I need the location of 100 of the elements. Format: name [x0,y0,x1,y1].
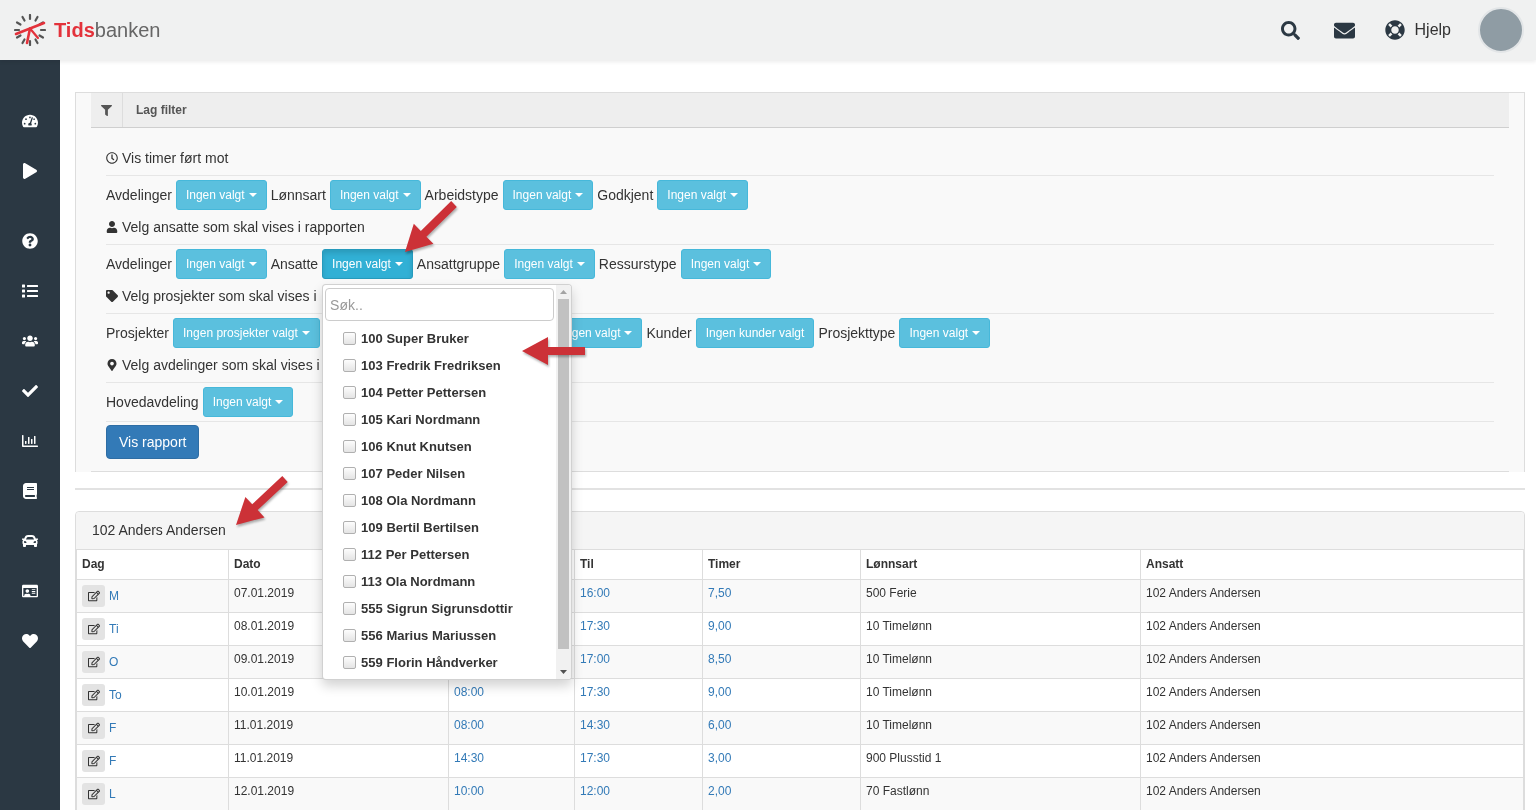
option-label[interactable]: 107 Peder Nilsen [361,466,466,481]
book-icon[interactable] [22,483,38,499]
checkbox[interactable] [343,602,357,615]
help-link[interactable]: Hjelp [1384,20,1451,40]
field-label: Ressurstype [598,256,677,272]
table-cell: 102 Anders Andersen [1140,678,1524,712]
scrollbar[interactable] [556,285,572,679]
table-cell: 9,00 [702,678,861,712]
bar-chart-icon[interactable] [22,433,38,449]
table-cell: 10 Timelønn [860,678,1141,712]
edit-button[interactable] [82,717,105,739]
edit-icon [87,689,100,701]
edit-button[interactable] [82,750,105,772]
edit-icon [87,656,100,668]
caret-icon [972,331,981,335]
caret-icon [753,262,762,266]
caret-icon [394,262,403,266]
column-header: Timer [702,550,861,580]
option-label[interactable]: 104 Petter Pettersen [361,385,487,400]
edit-button[interactable] [82,618,105,640]
option-label[interactable]: 105 Kari Nordmann [361,412,481,427]
filter-button[interactable]: Ingen valgt [322,249,413,279]
search-icon[interactable] [1280,20,1300,40]
checkbox[interactable] [343,521,357,534]
checkbox[interactable] [343,440,357,453]
caret-icon [402,193,411,197]
report-button[interactable]: Vis rapport [106,425,200,459]
table-cell: 8,50 [702,645,861,679]
search-field[interactable]: Søk.. [325,288,555,321]
life-ring-icon [1384,20,1405,40]
column-header: Til [574,550,703,580]
edit-button[interactable] [82,783,105,805]
play-icon[interactable] [22,163,38,179]
checkbox[interactable] [343,332,357,345]
checkbox[interactable] [343,494,357,507]
day-link[interactable]: F [109,719,117,737]
table-cell: 10 Timelønn [860,645,1141,679]
users-icon[interactable] [22,333,38,349]
table-cell: 14:30 [574,711,703,745]
section-heading: Velg ansatte som skal vises i rapporten [122,219,365,235]
option-label[interactable]: 108 Ola Nordmann [361,493,476,508]
edit-button[interactable] [82,684,105,706]
list-icon[interactable] [22,283,38,299]
option-label[interactable]: 556 Marius Mariussen [361,628,497,643]
edit-icon [87,755,100,767]
car-icon[interactable] [22,533,38,549]
edit-button[interactable] [82,651,105,673]
field-label: Prosjekter [106,325,170,341]
column-header: Dag [76,550,229,580]
edit-icon [87,722,100,734]
checkbox[interactable] [343,386,357,399]
field-label: Prosjekttype [818,325,896,341]
user-icon [106,221,118,233]
checkbox[interactable] [343,656,357,669]
field-label: Ansatte [270,256,319,272]
heart-icon[interactable] [22,633,38,649]
checkbox[interactable] [343,548,357,561]
help-icon[interactable] [22,233,38,249]
option-label[interactable]: 559 Florin Håndverker [361,655,498,670]
table-cell: 08:00 [448,711,575,745]
edit-icon [87,590,100,602]
table-cell: 14:30 [448,744,575,778]
table-cell: 7,50 [702,579,861,613]
field-label: Avdelinger [106,256,172,272]
field-label: Kunder [646,325,692,341]
scrollbar-thumb[interactable] [558,299,570,649]
day-link[interactable]: To [109,686,122,704]
field-label: Godkjent [597,187,654,203]
table-cell: 6,00 [702,711,861,745]
caret-icon [624,331,633,335]
caret-icon [730,193,738,197]
option-label[interactable]: 103 Fredrik Fredriksen [361,358,501,373]
checkbox[interactable] [343,629,357,642]
day-link[interactable]: Ti [109,620,119,638]
checkbox[interactable] [343,359,357,372]
table-cell: 17:30 [574,744,703,778]
gauge-icon[interactable] [22,113,38,129]
field-label: Avdelinger [106,187,172,203]
table-cell: 16:00 [574,579,703,613]
checkbox[interactable] [343,413,357,426]
day-link[interactable]: O [109,653,119,671]
check-icon[interactable] [22,383,38,399]
table-cell: 102 Anders Andersen [1140,744,1524,778]
edit-button[interactable] [82,585,105,607]
day-link[interactable]: M [109,587,119,605]
table-cell: 900 Plusstid 1 [860,744,1141,778]
checkbox[interactable] [343,575,357,588]
edit-icon [87,788,100,800]
option-label[interactable]: 100 Super Bruker [361,331,469,346]
option-label[interactable]: 109 Bertil Bertilsen [361,520,479,535]
section-heading: Velg prosjekter som skal vises i [122,288,317,304]
table-cell: 17:30 [574,612,703,646]
day-link[interactable]: F [109,752,117,770]
option-label[interactable]: 555 Sigrun Sigrunsdottir [361,601,513,616]
id-card-icon[interactable] [22,583,38,599]
field-label: Lønnsart [270,187,326,203]
checkbox[interactable] [343,467,357,480]
option-label[interactable]: 106 Knut Knutsen [361,439,472,454]
day-link[interactable]: L [109,785,116,803]
scroll-down-icon[interactable] [560,670,568,674]
